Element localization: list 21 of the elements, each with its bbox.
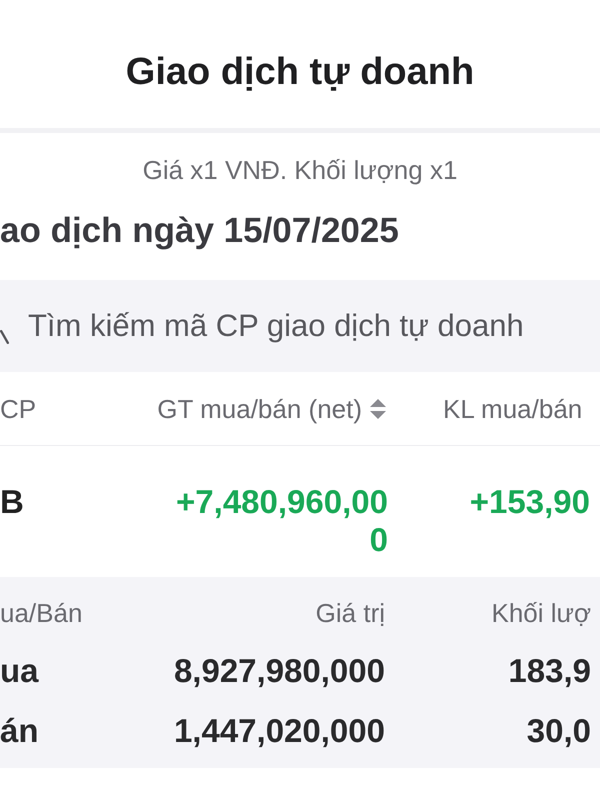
ticker-symbol: B bbox=[0, 483, 24, 521]
trade-side-label: án bbox=[0, 712, 39, 750]
trade-volume: 183,9 bbox=[508, 652, 591, 690]
date-heading: ao dịch ngày 15/07/2025 bbox=[0, 211, 399, 251]
column-header: CP bbox=[0, 394, 36, 424]
net-volume: +153,90 bbox=[470, 483, 590, 521]
unit-note: Giá x1 VNĐ. Khối lượng x1 bbox=[142, 155, 458, 185]
trade-side-label: ua bbox=[0, 652, 39, 690]
net-value: +7,480,960,000 bbox=[175, 483, 388, 559]
trade-value: 8,927,980,000 bbox=[174, 652, 385, 690]
search-icon bbox=[0, 330, 9, 344]
search-field[interactable]: Tìm kiếm mã CP giao dịch tự doanh bbox=[0, 280, 600, 372]
column-header: KL mua/bán bbox=[443, 394, 582, 424]
trade-volume: 30,0 bbox=[526, 712, 591, 750]
trade-value: 1,447,020,000 bbox=[174, 712, 385, 750]
summary-column-header: ua/Bán bbox=[0, 598, 82, 628]
sort-icon[interactable] bbox=[368, 398, 388, 420]
summary-column-header: Giá trị bbox=[316, 598, 385, 628]
summary-column-header: Khối lượ bbox=[492, 598, 591, 628]
page-title: Giao dịch tự doanh bbox=[126, 50, 474, 94]
column-header[interactable]: GT mua/bán (net) bbox=[157, 394, 362, 424]
